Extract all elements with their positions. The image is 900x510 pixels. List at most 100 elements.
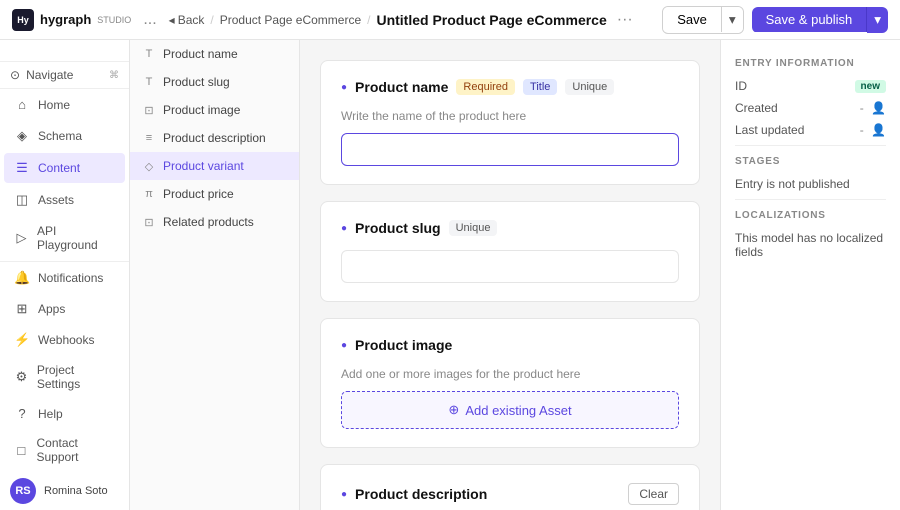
sidebar-label-notifications: Notifications [38,271,103,285]
breadcrumb-item: Product Page eCommerce [220,13,361,27]
logo-group: Hy hygraph STUDIO [12,9,131,31]
publish-dropdown-button[interactable]: ▾ [867,7,888,33]
add-asset-button[interactable]: ⊕ Add existing Asset [341,391,679,429]
sidebar-item-project-settings[interactable]: ⚙ Project Settings [4,356,125,398]
main-content-area: ● Product name Required Title Unique Wri… [300,40,720,510]
id-badge: new [855,80,886,93]
product-image-title: Product image [355,337,452,353]
sidebar-item-contact-support[interactable]: □ Contact Support [4,429,125,471]
field-item-product-variant[interactable]: ◇ Product variant [130,152,299,180]
id-label: ID [735,79,747,93]
content-icon: ☰ [14,160,30,176]
sidebar-item-notifications[interactable]: 🔔 Notifications [4,263,125,293]
logo-mark: Hy [12,9,34,31]
save-button[interactable]: Save [663,7,722,32]
breadcrumb: ◂ Back / Product Page eCommerce / Untitl… [169,10,637,30]
sidebar-search[interactable]: ⊙ Navigate ⌘ [0,62,129,89]
created-val: - [860,101,864,115]
text-icon-2: T [142,76,156,88]
section-indicator-2: ● [341,223,347,234]
variant-icon: ◇ [142,160,156,173]
id-row: ID new [735,79,886,93]
created-row: Created - 👤 [735,101,886,115]
product-slug-title: Product slug [355,220,441,236]
product-image-hint: Add one or more images for the product h… [341,367,679,381]
created-user-icon: 👤 [871,101,886,115]
back-label: Back [178,13,205,27]
settings-icon: ⚙ [14,369,29,385]
sidebar-label-settings: Project Settings [37,363,115,391]
slug-unique-badge: Unique [449,220,498,236]
text-icon: T [142,48,156,60]
topbar-more-button[interactable]: ... [139,10,160,30]
sidebar-item-content[interactable]: ☰ Content [4,153,125,183]
last-updated-row: Last updated - 👤 [735,123,886,137]
webhooks-icon: ⚡ [14,332,30,348]
sidebar-label-content: Content [38,161,80,175]
field-item-related-products[interactable]: ⊡ Related products [130,208,299,236]
save-dropdown-button[interactable]: ▾ [722,7,743,33]
topbar-actions: Save ▾ Save & publish ▾ [662,6,888,34]
search-icon: ⊙ [10,68,20,82]
section-indicator: ● [341,82,347,93]
product-slug-header: ● Product slug Unique [341,220,679,236]
avatar: RS [10,478,36,504]
last-updated-val: - [860,123,864,137]
home-icon: ⌂ [14,97,30,112]
sidebar-item-help[interactable]: ? Help [4,399,125,428]
support-icon: □ [14,443,28,458]
price-icon: π [142,188,156,200]
sidebar: ⊙ Navigate ⌘ ⌂ Home ◈ Schema ☰ Content ◫… [0,40,130,510]
notifications-icon: 🔔 [14,270,30,286]
field-item-product-slug[interactable]: T Product slug [130,68,299,96]
field-label-product-price: Product price [163,187,234,201]
last-updated-value: - 👤 [860,123,886,137]
sidebar-item-assets[interactable]: ◫ Assets [4,185,125,215]
sidebar-item-webhooks[interactable]: ⚡ Webhooks [4,325,125,355]
breadcrumb-sep: / [210,13,213,27]
sidebar-label-webhooks: Webhooks [38,333,94,347]
product-name-input[interactable] [341,133,679,166]
sidebar-item-apps[interactable]: ⊞ Apps [4,294,125,324]
field-item-product-name[interactable]: T Product name [130,40,299,68]
save-button-group: Save ▾ [662,6,743,34]
sidebar-bottom: 🔔 Notifications ⊞ Apps ⚡ Webhooks ⚙ Proj… [0,261,129,510]
publish-button[interactable]: Save & publish [752,7,868,32]
stage-status: Entry is not published [735,177,886,191]
product-image-section: ● Product image Add one or more images f… [320,318,700,448]
sidebar-label-support: Contact Support [36,436,115,464]
schema-icon: ◈ [14,128,30,144]
back-button[interactable]: ◂ Back [169,13,205,27]
title-badge: Title [523,79,557,95]
related-icon: ⊡ [142,216,156,229]
sidebar-item-schema[interactable]: ◈ Schema [4,121,125,151]
created-label: Created [735,101,778,115]
desc-icon: ≡ [142,132,156,144]
product-slug-input[interactable] [341,250,679,283]
assets-icon: ◫ [14,192,30,208]
sidebar-label-api: API Playground [37,224,115,252]
unique-badge: Unique [565,79,614,95]
breadcrumb-sep2: / [367,13,370,27]
left-field-panel: T Product name T Product slug ⊡ Product … [130,40,300,510]
field-item-product-price[interactable]: π Product price [130,180,299,208]
help-icon: ? [14,406,30,421]
field-label-product-name: Product name [163,47,238,61]
sidebar-item-home[interactable]: ⌂ Home [4,90,125,119]
user-name: Romina Soto [44,485,108,497]
user-row[interactable]: RS Romina Soto [0,472,129,510]
field-item-product-description[interactable]: ≡ Product description [130,124,299,152]
product-description-section: ● Product description Clear Add a produc… [320,464,700,510]
sidebar-item-api-playground[interactable]: ▷ API Playground [4,217,125,259]
sidebar-label-home: Home [38,98,70,112]
section-indicator-3: ● [341,340,347,351]
page-title: Untitled Product Page eCommerce [376,12,606,28]
clear-button[interactable]: Clear [628,483,679,505]
product-name-hint: Write the name of the product here [341,109,679,123]
localizations-title: LOCALIZATIONS [735,210,886,221]
api-icon: ▷ [14,230,29,246]
apps-icon: ⊞ [14,301,30,317]
page-more-button[interactable]: ··· [613,10,637,30]
field-item-product-image[interactable]: ⊡ Product image [130,96,299,124]
created-value: - 👤 [860,101,886,115]
